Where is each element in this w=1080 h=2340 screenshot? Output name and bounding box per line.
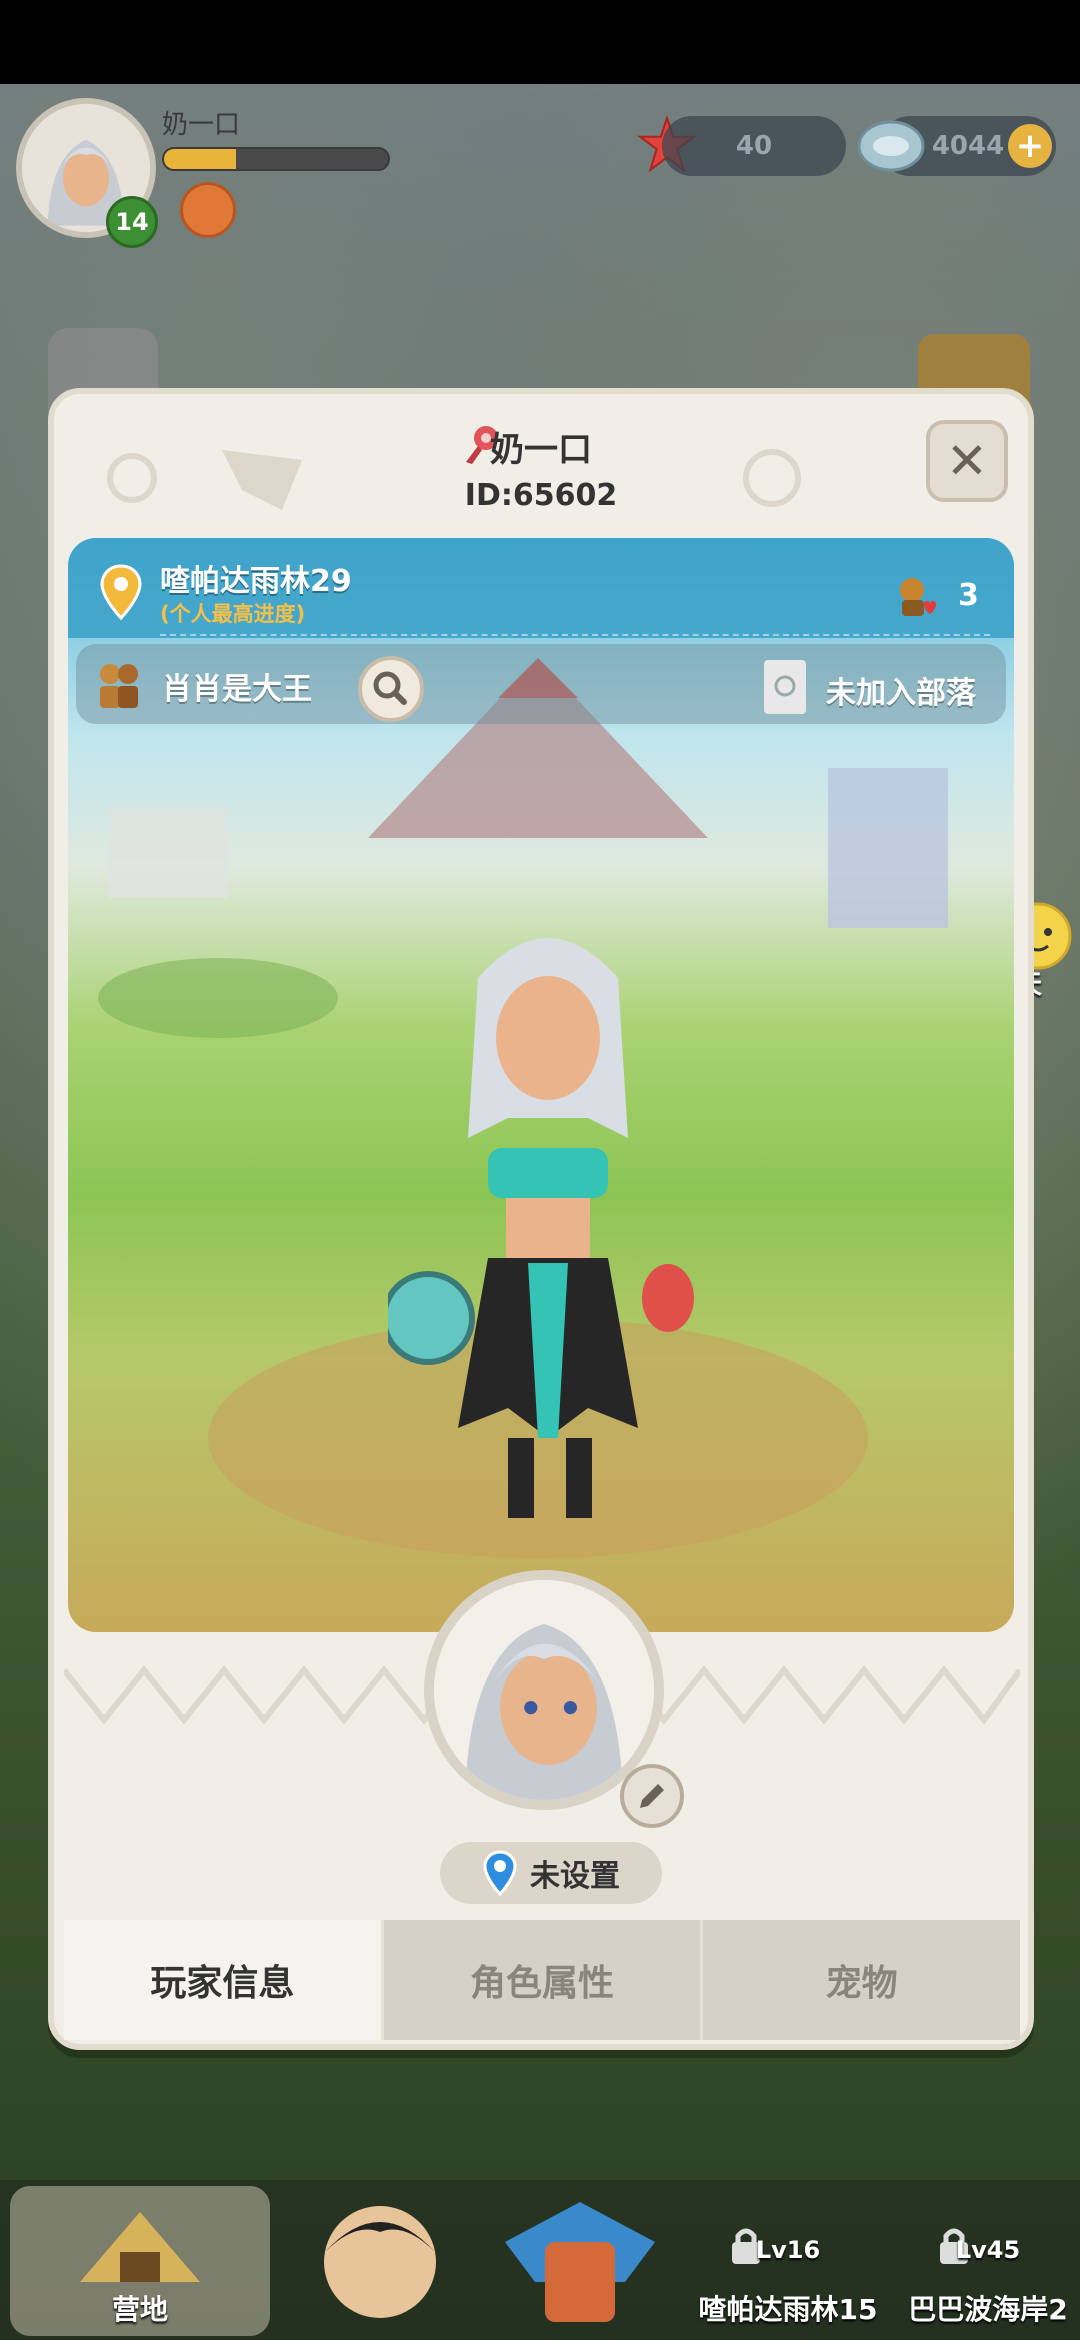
nav-totem[interactable] — [490, 2186, 670, 2336]
close-button[interactable]: ✕ — [926, 420, 1008, 502]
location-pin-icon — [100, 564, 142, 620]
shell-icon — [857, 120, 925, 172]
pencil-icon — [640, 1784, 664, 1808]
best-stage-note: (个人最高进度) — [160, 602, 306, 626]
edit-portrait-button[interactable] — [620, 1764, 684, 1828]
starfish-counter: 40 — [662, 116, 846, 176]
xp-bar — [162, 147, 390, 171]
nav-stage-locked-2[interactable]: Lv45 巴巴波海岸2 — [896, 2186, 1080, 2336]
location-value: 未设置 — [530, 1859, 620, 1894]
camp-hut-icon — [80, 2212, 200, 2282]
search-icon — [373, 671, 407, 705]
status-bar — [0, 0, 1080, 84]
profile-id: ID:65602 — [464, 478, 618, 513]
location-setting[interactable]: 未设置 — [440, 1842, 662, 1904]
xp-bar-fill — [164, 149, 236, 169]
player-name: 奶一口 — [162, 110, 241, 140]
add-shells-button[interactable]: + — [1008, 124, 1052, 168]
totem-mask-icon — [505, 2202, 655, 2322]
divider — [160, 634, 990, 636]
nav-character[interactable] — [300, 2186, 460, 2336]
nav-camp[interactable]: 营地 — [10, 2186, 270, 2336]
friend-name: 肖肖是大王 — [162, 672, 312, 707]
tab-player-info[interactable]: 玩家信息 — [64, 1920, 384, 2040]
friends-icon — [100, 664, 138, 708]
best-stage-name: 喳帕达雨林29 — [160, 564, 352, 599]
player-profile-panel: 奶一口 ID:65602 ✕ 喳帕达雨林29 (个人最高进度) 3 肖肖是大王 … — [48, 388, 1034, 2050]
stage-2-level: Lv45 — [955, 2236, 1021, 2264]
stage-1-level: Lv16 — [755, 2236, 821, 2264]
tribe-emblem-icon[interactable] — [180, 182, 236, 238]
profile-name: 奶一口 — [490, 430, 592, 470]
character-head-icon — [324, 2206, 436, 2318]
stage-2-name: 巴巴波海岸2 — [908, 2293, 1068, 2326]
nav-camp-label: 营地 — [111, 2293, 168, 2326]
map-pin-icon — [483, 1850, 517, 1896]
likes-icon — [900, 578, 936, 616]
search-button[interactable] — [358, 656, 424, 722]
nav-stage-locked-1[interactable]: Lv16 喳帕达雨林15 — [688, 2186, 888, 2336]
tab-character-attributes[interactable]: 角色属性 — [383, 1920, 704, 2040]
character-scene: 喳帕达雨林29 (个人最高进度) 3 肖肖是大王 未加入部落 — [68, 538, 1014, 1632]
player-character-model[interactable] — [388, 918, 708, 1538]
player-level-badge: 14 — [106, 196, 158, 248]
likes-count: 3 — [958, 578, 979, 613]
tribe-status: 未加入部落 — [826, 676, 976, 711]
profile-tabs: 玩家信息 角色属性 宠物 — [64, 1920, 1021, 2040]
stage-1-name: 喳帕达雨林15 — [698, 2293, 878, 2326]
tab-pets[interactable]: 宠物 — [703, 1920, 1021, 2040]
tribe-flag-icon — [764, 660, 806, 714]
